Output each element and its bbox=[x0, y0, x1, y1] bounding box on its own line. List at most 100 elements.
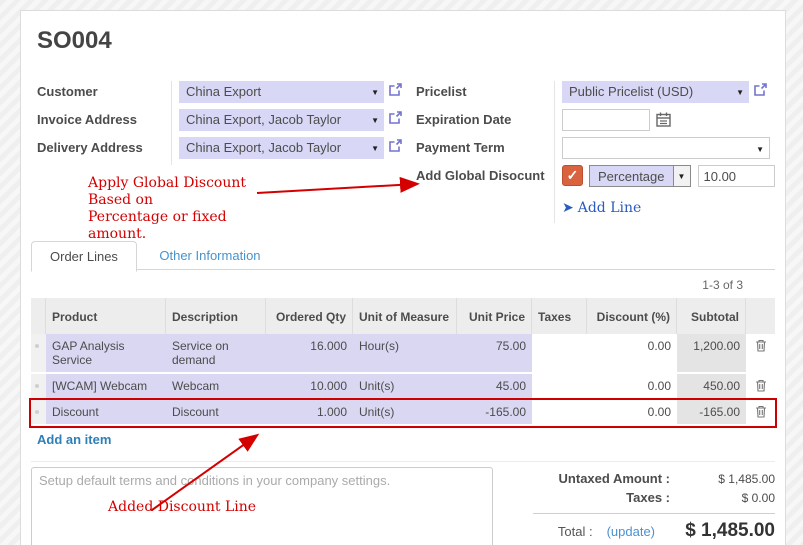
pager[interactable]: 1-3 of 3 bbox=[31, 270, 775, 298]
cell-taxes[interactable] bbox=[532, 374, 587, 398]
cell-product[interactable]: Discount bbox=[46, 400, 166, 424]
notebook-tabs: Order Lines Other Information bbox=[31, 240, 775, 270]
taxes-value: $ 0.00 bbox=[670, 491, 775, 505]
cell-uom[interactable]: Hour(s) bbox=[353, 334, 457, 372]
external-link-icon[interactable] bbox=[388, 110, 403, 125]
invoice-address-label: Invoice Address bbox=[37, 109, 171, 137]
form-right-column: Pricelist Public Pricelist (USD) ▼ Expir… bbox=[416, 81, 775, 223]
trash-icon[interactable] bbox=[746, 374, 775, 398]
cell-subtotal: 1,200.00 bbox=[677, 334, 746, 372]
payment-term-label: Payment Term bbox=[416, 137, 554, 165]
chevron-down-icon: ▼ bbox=[673, 166, 690, 186]
page-title: SO004 bbox=[37, 27, 775, 55]
tab-order-lines[interactable]: Order Lines bbox=[31, 241, 137, 272]
global-discount-label: Add Global Disocunt bbox=[416, 165, 554, 193]
sale-order-sheet: SO004 Customer China Export ▼ Invoice Ad… bbox=[20, 10, 786, 545]
cell-subtotal: -165.00 bbox=[677, 400, 746, 424]
payment-term-select[interactable]: ▼ bbox=[562, 137, 770, 159]
totals-panel: Untaxed Amount : $ 1,485.00 Taxes : $ 0.… bbox=[533, 467, 775, 545]
external-link-icon[interactable] bbox=[388, 82, 403, 97]
cell-description[interactable]: Webcam bbox=[166, 374, 266, 398]
chevron-down-icon: ▼ bbox=[756, 145, 764, 154]
calendar-icon[interactable] bbox=[656, 112, 671, 127]
cell-description[interactable]: Service on demand bbox=[166, 334, 266, 372]
cell-uom[interactable]: Unit(s) bbox=[353, 374, 457, 398]
chevron-down-icon: ▼ bbox=[371, 144, 379, 153]
untaxed-amount-label: Untaxed Amount : bbox=[559, 471, 670, 486]
customer-value: China Export bbox=[186, 84, 261, 99]
invoice-address-value: China Export, Jacob Taylor bbox=[186, 112, 341, 127]
cell-qty[interactable]: 10.000 bbox=[266, 374, 353, 398]
col-description[interactable]: Description bbox=[166, 298, 266, 334]
update-total-link[interactable]: (update) bbox=[607, 524, 655, 539]
delivery-address-label: Delivery Address bbox=[37, 137, 171, 165]
page: SO004 Customer China Export ▼ Invoice Ad… bbox=[0, 0, 803, 545]
discount-type-select[interactable]: Percentage ▼ bbox=[589, 165, 691, 187]
chevron-down-icon: ▼ bbox=[371, 88, 379, 97]
add-line-link[interactable]: ➤Add Line bbox=[562, 195, 641, 216]
annotation-discount-line: Added Discount Line bbox=[108, 499, 256, 516]
cell-qty[interactable]: 16.000 bbox=[266, 334, 353, 372]
col-taxes[interactable]: Taxes bbox=[532, 298, 587, 334]
arrow-right-icon: ➤ bbox=[562, 200, 574, 216]
col-product[interactable]: Product bbox=[46, 298, 166, 334]
delivery-address-value: China Export, Jacob Taylor bbox=[186, 140, 341, 155]
cell-uom[interactable]: Unit(s) bbox=[353, 400, 457, 424]
invoice-address-select[interactable]: China Export, Jacob Taylor ▼ bbox=[179, 109, 384, 131]
col-unit-price[interactable]: Unit Price bbox=[457, 298, 532, 334]
table-row[interactable]: [WCAM] Webcam Webcam 10.000 Unit(s) 45.0… bbox=[31, 374, 775, 400]
external-link-icon[interactable] bbox=[753, 82, 768, 97]
spacer bbox=[416, 195, 554, 223]
taxes-label: Taxes : bbox=[626, 490, 670, 505]
discount-type-value: Percentage bbox=[590, 166, 673, 186]
cell-qty[interactable]: 1.000 bbox=[266, 400, 353, 424]
delivery-address-select[interactable]: China Export, Jacob Taylor ▼ bbox=[179, 137, 384, 159]
totals-divider bbox=[533, 513, 775, 514]
annotation-global-discount: Apply Global Discount Based on Percentag… bbox=[88, 175, 278, 243]
pricelist-label: Pricelist bbox=[416, 81, 554, 109]
customer-label: Customer bbox=[37, 81, 171, 109]
terms-notes-textarea[interactable] bbox=[31, 467, 493, 545]
cell-discount[interactable]: 0.00 bbox=[587, 400, 677, 424]
discount-value-input[interactable] bbox=[698, 165, 775, 187]
cell-product[interactable]: [WCAM] Webcam bbox=[46, 374, 166, 398]
col-subtotal[interactable]: Subtotal bbox=[677, 298, 746, 334]
handle-column-header bbox=[31, 298, 46, 334]
cell-product[interactable]: GAP Analysis Service bbox=[46, 334, 166, 372]
trash-icon[interactable] bbox=[746, 334, 775, 372]
total-value: $ 1,485.00 bbox=[655, 520, 775, 542]
table-header-row: Product Description Ordered Qty Unit of … bbox=[31, 298, 775, 334]
chevron-down-icon: ▼ bbox=[736, 88, 744, 97]
cell-price[interactable]: 75.00 bbox=[457, 334, 532, 372]
tab-other-information[interactable]: Other Information bbox=[141, 241, 278, 270]
customer-select[interactable]: China Export ▼ bbox=[179, 81, 384, 103]
table-row-discount[interactable]: Discount Discount 1.000 Unit(s) -165.00 … bbox=[31, 400, 775, 426]
trash-icon[interactable] bbox=[746, 400, 775, 424]
expiration-date-input[interactable] bbox=[562, 109, 650, 131]
cell-price[interactable]: 45.00 bbox=[457, 374, 532, 398]
global-discount-checkbox[interactable]: ✓ bbox=[562, 165, 583, 186]
col-ordered-qty[interactable]: Ordered Qty bbox=[266, 298, 353, 334]
cell-discount[interactable]: 0.00 bbox=[587, 374, 677, 398]
total-label: Total : bbox=[558, 524, 593, 539]
col-discount[interactable]: Discount (%) bbox=[587, 298, 677, 334]
pricelist-select[interactable]: Public Pricelist (USD) ▼ bbox=[562, 81, 749, 103]
add-an-item-link[interactable]: Add an item bbox=[31, 426, 111, 447]
row-drag-handle[interactable] bbox=[31, 400, 46, 424]
cell-description[interactable]: Discount bbox=[166, 400, 266, 424]
cell-taxes[interactable] bbox=[532, 334, 587, 372]
order-lines-table: Product Description Ordered Qty Unit of … bbox=[31, 298, 775, 426]
chevron-down-icon: ▼ bbox=[371, 116, 379, 125]
row-drag-handle[interactable] bbox=[31, 334, 46, 372]
cell-discount[interactable]: 0.00 bbox=[587, 334, 677, 372]
cell-subtotal: 450.00 bbox=[677, 374, 746, 398]
cell-price[interactable]: -165.00 bbox=[457, 400, 532, 424]
external-link-icon[interactable] bbox=[388, 138, 403, 153]
expiration-date-label: Expiration Date bbox=[416, 109, 554, 137]
cell-taxes[interactable] bbox=[532, 400, 587, 424]
pricelist-value: Public Pricelist (USD) bbox=[569, 84, 693, 99]
row-drag-handle[interactable] bbox=[31, 374, 46, 398]
untaxed-amount-value: $ 1,485.00 bbox=[670, 472, 775, 486]
col-unit-of-measure[interactable]: Unit of Measure bbox=[353, 298, 457, 334]
table-row[interactable]: GAP Analysis Service Service on demand 1… bbox=[31, 334, 775, 374]
